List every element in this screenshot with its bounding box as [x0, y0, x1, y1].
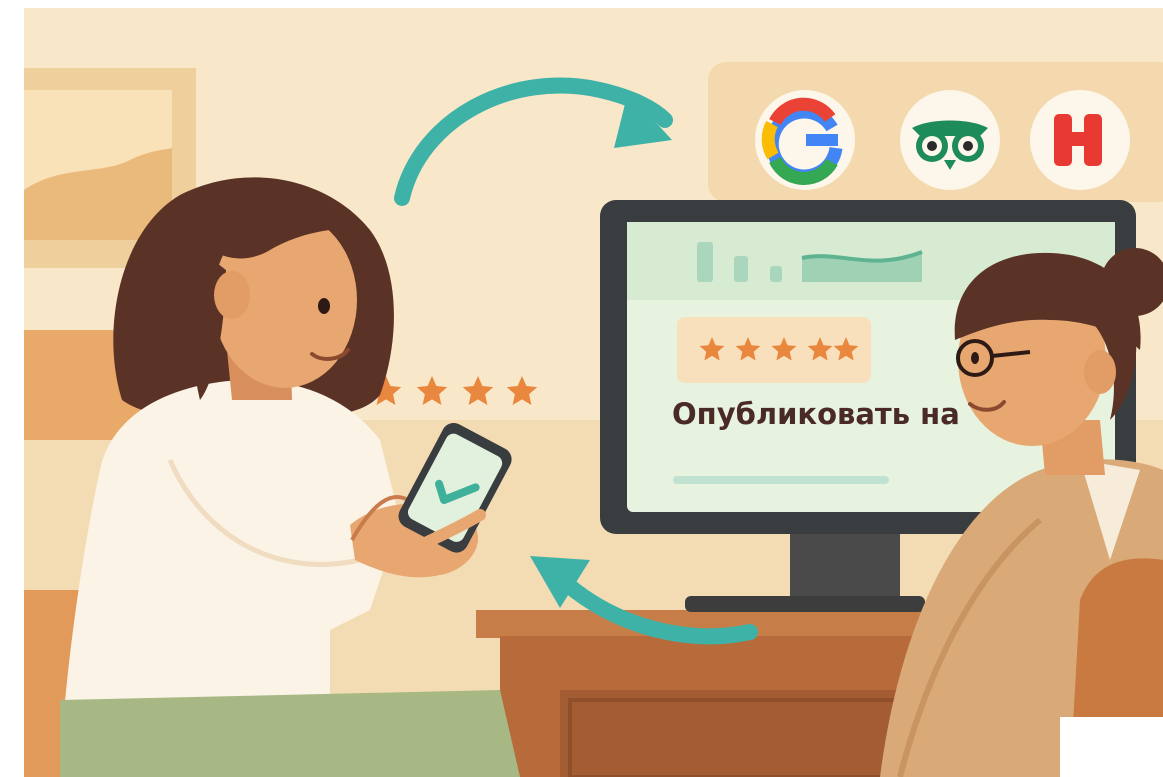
monitor-progress-line: [673, 476, 889, 484]
corner-patch: [1060, 717, 1163, 777]
google-icon: [755, 90, 855, 190]
review-illustration: Опубликовать на: [0, 0, 1163, 777]
publish-on-label: Опубликовать на: [672, 397, 960, 431]
hotels-h-icon: [1030, 90, 1130, 190]
illustration-canvas: [0, 0, 1163, 777]
tripadvisor-owl-icon: [900, 90, 1000, 190]
